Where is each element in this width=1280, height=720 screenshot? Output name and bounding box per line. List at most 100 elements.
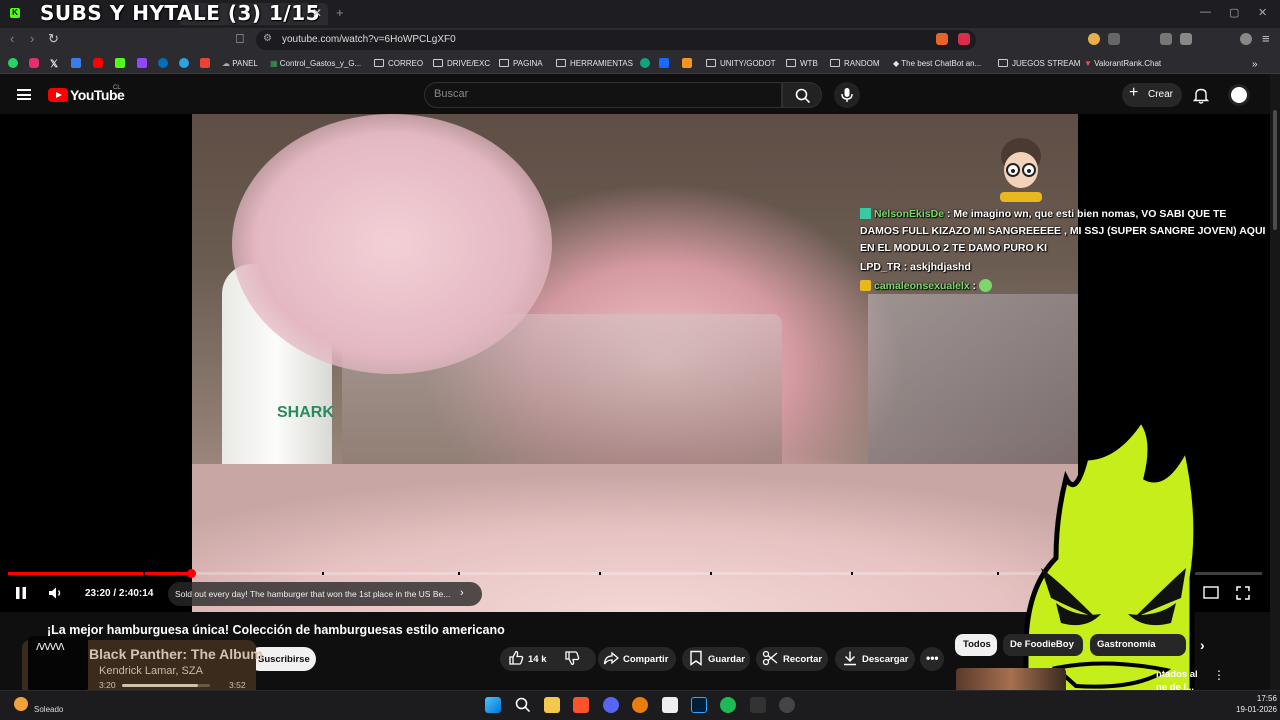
youtube-logo-icon[interactable] bbox=[48, 88, 68, 102]
account-avatar[interactable] bbox=[1228, 84, 1250, 106]
spotify-icon[interactable] bbox=[720, 697, 736, 713]
bookmark-control-gastos[interactable]: ▦ Control_Gastos_y_G... bbox=[270, 59, 361, 68]
bookmark-unity-godot[interactable]: UNITY/GODOT bbox=[706, 59, 776, 68]
maximize-icon[interactable]: ▢ bbox=[1229, 6, 1239, 19]
volume-icon[interactable] bbox=[48, 586, 64, 600]
download-label: Descargar bbox=[862, 654, 909, 665]
bookmark-pagina[interactable]: PAGINA bbox=[499, 59, 543, 68]
discord-icon[interactable] bbox=[603, 697, 619, 713]
twitch-icon[interactable] bbox=[137, 58, 147, 68]
chip-todos-label: Todos bbox=[963, 639, 991, 650]
close-window-icon[interactable]: ✕ bbox=[1258, 6, 1267, 19]
bookmark-valorantrank[interactable]: ▼ ValorantRank.Chat bbox=[1084, 59, 1161, 68]
video-frame[interactable]: SHARK bbox=[192, 114, 1078, 612]
photoshop-icon[interactable] bbox=[691, 697, 707, 713]
brave-rewards-icon[interactable] bbox=[958, 33, 970, 45]
chat-mascot-avatar bbox=[1000, 138, 1042, 202]
whatsapp-icon[interactable] bbox=[8, 58, 18, 68]
share-label: Compartir bbox=[623, 654, 669, 665]
minimize-icon[interactable]: — bbox=[1200, 6, 1211, 18]
voice-search-button[interactable] bbox=[834, 82, 860, 108]
search-button[interactable] bbox=[782, 82, 822, 108]
recommended-more-icon[interactable]: ⋮ bbox=[1213, 668, 1225, 682]
chatgpt-icon[interactable] bbox=[640, 58, 650, 68]
weather-sun-icon[interactable] bbox=[14, 697, 28, 711]
chip-de-foodieboy-label: De FoodieBoy bbox=[1010, 639, 1074, 650]
behance-icon[interactable] bbox=[659, 58, 669, 68]
stream-overlay-title: SUBS Y HYTALE (3) 1/15 bbox=[40, 1, 321, 25]
media-icon[interactable] bbox=[1160, 33, 1172, 45]
bookmark-herramientas[interactable]: HERRAMIENTAS bbox=[556, 59, 633, 68]
extensions-puzzle-icon[interactable] bbox=[1108, 33, 1120, 45]
notifications-bell-icon[interactable] bbox=[1193, 87, 1209, 104]
chips-next-icon[interactable]: › bbox=[1200, 637, 1205, 653]
forward-icon[interactable]: › bbox=[30, 31, 34, 46]
chat-message: NelsonEkisDe : Me imagino wn, que esti b… bbox=[860, 206, 1266, 257]
bookmark-chatbot[interactable]: ◆ The best ChatBot an... bbox=[893, 59, 981, 68]
bookmark-drive-exc[interactable]: DRIVE/EXC bbox=[433, 59, 490, 68]
theater-mode-icon[interactable] bbox=[1203, 586, 1219, 599]
search-input[interactable] bbox=[424, 82, 782, 108]
bottle-label: SHARK bbox=[277, 404, 334, 421]
sidebar-icon[interactable] bbox=[1180, 33, 1192, 45]
guide-menu-icon[interactable] bbox=[17, 89, 31, 100]
kick-tab-icon[interactable]: K bbox=[10, 8, 20, 18]
bookmark-panel[interactable]: ☁ PANEL bbox=[222, 59, 258, 68]
youtube-bookmark-icon[interactable] bbox=[93, 58, 103, 68]
chevron-right-icon: › bbox=[460, 587, 464, 599]
chapter-title: Sold out every day! The hamburger that w… bbox=[175, 589, 451, 599]
bookmark-page-icon[interactable]: ⎕ bbox=[236, 31, 244, 47]
notion-icon[interactable] bbox=[662, 697, 678, 713]
recommended-video-thumbnail[interactable] bbox=[956, 668, 1066, 690]
track-duration: 3:52 bbox=[229, 680, 246, 690]
system-clock[interactable]: 17:56 19-01-2026 bbox=[1236, 693, 1277, 715]
gmail-icon[interactable] bbox=[200, 58, 210, 68]
obs-icon[interactable] bbox=[779, 697, 795, 713]
bookmark-random[interactable]: RANDOM bbox=[830, 59, 880, 68]
bookmark-wtb[interactable]: WTB bbox=[786, 59, 818, 68]
extension-icon[interactable] bbox=[1088, 33, 1100, 45]
video-title: ¡La mejor hamburguesa única! Colección d… bbox=[47, 623, 505, 637]
chapter-marker bbox=[710, 572, 712, 575]
start-icon[interactable] bbox=[485, 697, 501, 713]
bookmark-juegos-stream[interactable]: JUEGOS STREAM bbox=[998, 59, 1080, 68]
file-explorer-icon[interactable] bbox=[544, 697, 560, 713]
bookmark-correo[interactable]: CORREO bbox=[374, 59, 423, 68]
search-taskbar-icon[interactable] bbox=[515, 697, 531, 713]
country-code: CL bbox=[113, 85, 121, 91]
valorant-icon[interactable] bbox=[750, 697, 766, 713]
bookmark-orange-icon[interactable] bbox=[682, 58, 692, 68]
track-title: Black Panther: The Album bbox=[89, 646, 263, 662]
blender-icon[interactable] bbox=[632, 697, 648, 713]
track-progress-bar[interactable] bbox=[122, 684, 210, 687]
paypal-icon[interactable] bbox=[158, 58, 168, 68]
site-settings-icon[interactable]: ⚙ bbox=[263, 33, 272, 44]
reload-icon[interactable]: ↻ bbox=[48, 31, 59, 47]
bookmark-blue-icon[interactable] bbox=[71, 58, 81, 68]
telegram-icon[interactable] bbox=[179, 58, 189, 68]
close-tab-icon[interactable]: ✕ bbox=[312, 6, 322, 20]
fullscreen-icon[interactable] bbox=[1236, 586, 1250, 600]
menu-icon[interactable]: ≡ bbox=[1262, 31, 1270, 46]
brave-shields-icon[interactable] bbox=[936, 33, 948, 45]
more-bookmarks-icon[interactable]: » bbox=[1252, 59, 1258, 70]
chapter-marker bbox=[997, 572, 999, 575]
instagram-icon[interactable] bbox=[29, 58, 39, 68]
plus-icon: + bbox=[1129, 84, 1139, 101]
back-icon[interactable]: ‹ bbox=[10, 31, 14, 46]
kick-bookmark-icon[interactable] bbox=[115, 58, 125, 68]
page-scroll-thumb[interactable] bbox=[1273, 110, 1277, 230]
chapter-marker bbox=[458, 572, 460, 575]
pause-icon[interactable] bbox=[15, 586, 27, 600]
vpn-icon[interactable] bbox=[1240, 33, 1252, 45]
new-tab-icon[interactable]: + bbox=[336, 5, 344, 20]
download-icon bbox=[844, 651, 856, 666]
dislike-icon[interactable] bbox=[564, 650, 580, 666]
weather-label[interactable]: Soleado bbox=[34, 705, 63, 714]
seek-knob[interactable] bbox=[187, 569, 196, 578]
save-label: Guardar bbox=[708, 654, 745, 665]
brave-browser-icon[interactable] bbox=[573, 697, 589, 713]
like-icon[interactable] bbox=[508, 650, 524, 666]
like-count[interactable]: 14 k bbox=[528, 654, 547, 665]
x-icon[interactable]: 𝕏 bbox=[50, 59, 58, 70]
